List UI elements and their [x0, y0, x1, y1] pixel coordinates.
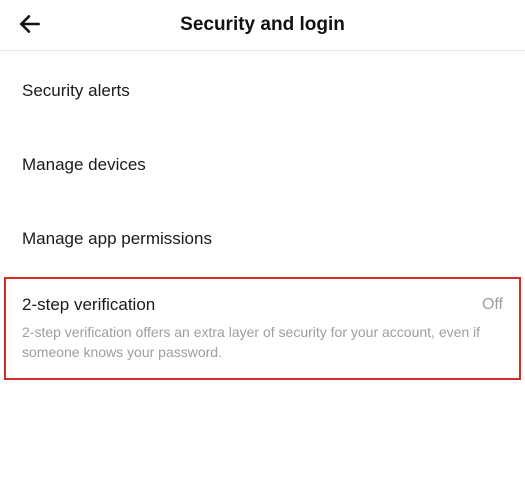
two-step-description: 2-step verification offers an extra laye…: [22, 323, 503, 362]
header: Security and login: [0, 0, 525, 51]
menu-item-label: Manage devices: [22, 155, 146, 174]
two-step-status: Off: [482, 296, 503, 314]
back-arrow-icon: [17, 11, 43, 40]
settings-list: Security alerts Manage devices Manage ap…: [0, 51, 525, 384]
menu-item-label: Security alerts: [22, 81, 130, 100]
menu-item-label: Manage app permissions: [22, 229, 212, 248]
menu-item-two-step-verification[interactable]: 2-step verification Off 2-step verificat…: [0, 273, 525, 384]
page-title: Security and login: [16, 14, 509, 36]
menu-item-security-alerts[interactable]: Security alerts: [0, 51, 525, 125]
menu-item-manage-app-permissions[interactable]: Manage app permissions: [0, 199, 525, 273]
back-button[interactable]: [16, 11, 44, 39]
menu-item-row: 2-step verification Off: [22, 295, 503, 315]
menu-item-manage-devices[interactable]: Manage devices: [0, 125, 525, 199]
menu-item-label: 2-step verification: [22, 295, 155, 315]
